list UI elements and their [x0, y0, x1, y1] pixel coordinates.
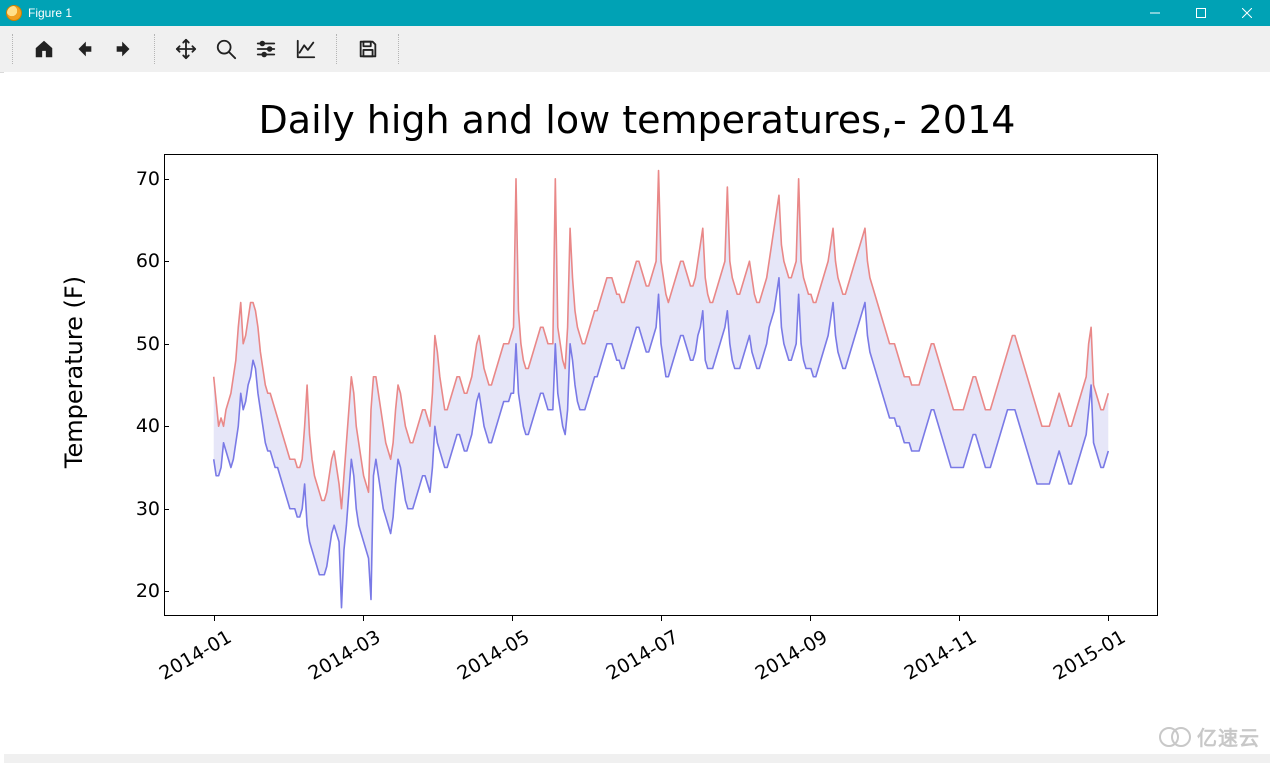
- x-tick-label: 2014-05: [454, 626, 534, 685]
- x-tick-mark: [810, 616, 811, 621]
- minimize-icon: [1150, 8, 1160, 18]
- y-tick-label: 60: [136, 250, 160, 272]
- home-button[interactable]: [24, 29, 64, 69]
- minimize-button[interactable]: [1132, 0, 1178, 26]
- x-tick-label: 2014-09: [752, 626, 832, 685]
- titlebar: Figure 1: [0, 0, 1270, 26]
- y-tick-label: 70: [136, 168, 160, 190]
- window-title: Figure 1: [28, 6, 72, 20]
- chart-title: Daily high and low temperatures,- 2014: [4, 98, 1270, 142]
- x-tick-label: 2015-01: [1050, 626, 1130, 685]
- home-icon: [33, 38, 55, 60]
- toolbar-separator: [398, 34, 400, 64]
- close-button[interactable]: [1224, 0, 1270, 26]
- edit-axes-button[interactable]: [286, 29, 326, 69]
- forward-button[interactable]: [104, 29, 144, 69]
- x-tick-label: 2014-01: [155, 626, 235, 685]
- toolbar-separator: [336, 34, 338, 64]
- save-icon: [357, 38, 379, 60]
- arrow-right-icon: [113, 38, 135, 60]
- move-icon: [175, 38, 197, 60]
- close-icon: [1242, 8, 1252, 18]
- back-button[interactable]: [64, 29, 104, 69]
- y-tick-label: 40: [136, 415, 160, 437]
- x-tick-mark: [661, 616, 662, 621]
- y-axis-label: Temperature (F): [60, 276, 88, 468]
- figure-canvas[interactable]: Daily high and low temperatures,- 2014 T…: [4, 72, 1270, 754]
- toolbar-separator: [154, 34, 156, 64]
- status-bar: [4, 754, 1270, 763]
- maximize-icon: [1196, 8, 1206, 18]
- arrow-left-icon: [73, 38, 95, 60]
- pan-button[interactable]: [166, 29, 206, 69]
- x-tick-label: 2014-03: [304, 626, 384, 685]
- toolbar-separator: [12, 34, 14, 64]
- x-tick-mark: [214, 616, 215, 621]
- x-tick-mark: [959, 616, 960, 621]
- x-tick-mark: [363, 616, 364, 621]
- maximize-button[interactable]: [1178, 0, 1224, 26]
- plot-area: [164, 154, 1158, 616]
- save-button[interactable]: [348, 29, 388, 69]
- x-tick-label: 2014-11: [901, 626, 981, 685]
- y-tick-label: 30: [136, 498, 160, 520]
- zoom-button[interactable]: [206, 29, 246, 69]
- app-icon: [6, 5, 22, 21]
- y-tick-label: 50: [136, 333, 160, 355]
- x-tick-mark: [1108, 616, 1109, 621]
- zoom-icon: [215, 38, 237, 60]
- sliders-icon: [255, 38, 277, 60]
- y-tick-label: 20: [136, 580, 160, 602]
- x-tick-mark: [512, 616, 513, 621]
- x-tick-label: 2014-07: [603, 626, 683, 685]
- configure-subplots-button[interactable]: [246, 29, 286, 69]
- toolbar: [0, 26, 1270, 73]
- chart-line-icon: [295, 38, 317, 60]
